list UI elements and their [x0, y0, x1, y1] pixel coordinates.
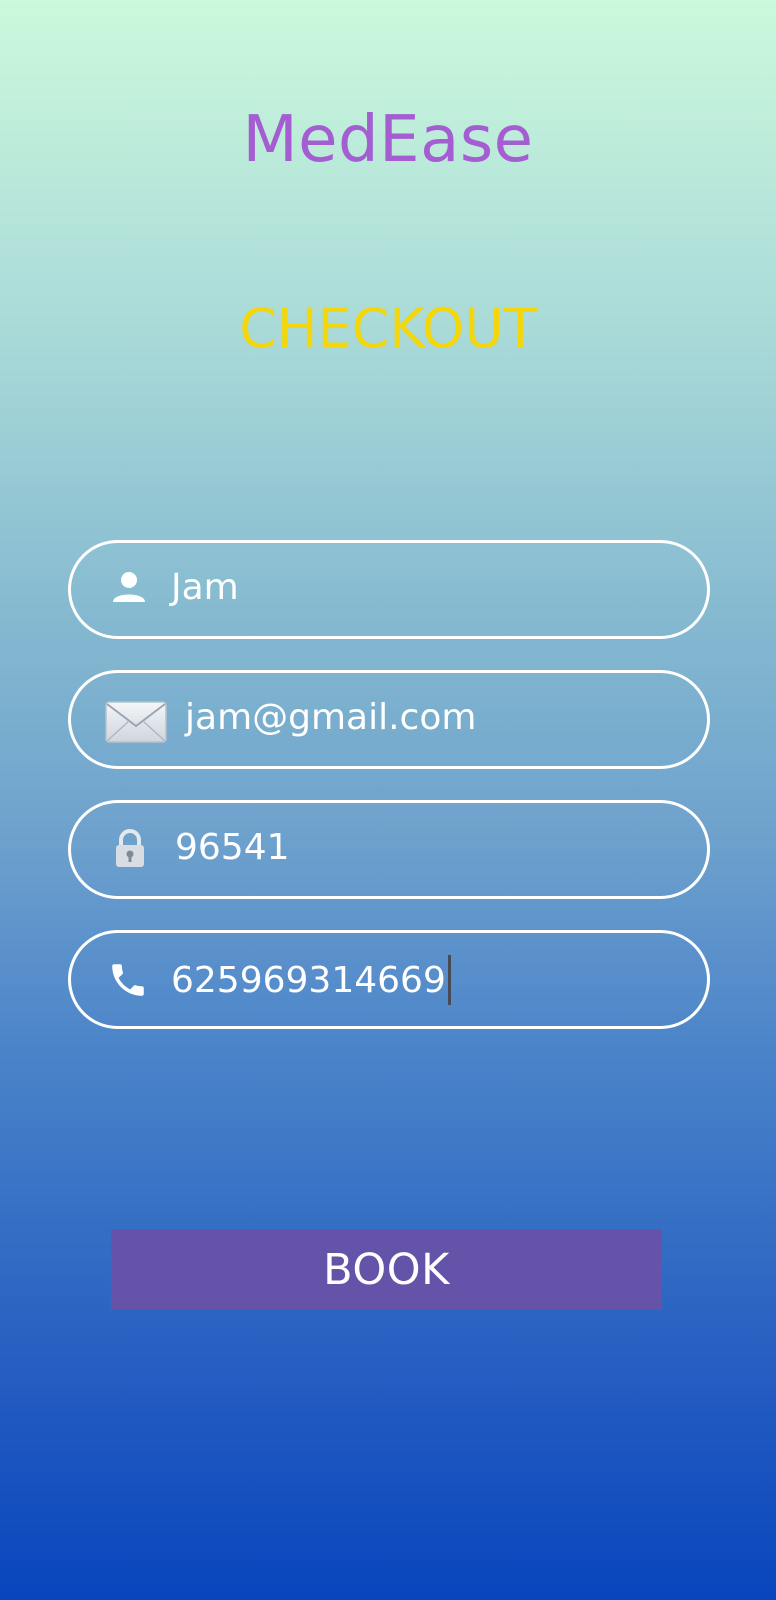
lock-icon	[113, 829, 147, 869]
envelope-icon	[105, 701, 167, 743]
password-field[interactable]: 96541	[68, 800, 710, 899]
phone-input-value: 625969314669	[171, 955, 451, 1007]
page-title: CHECKOUT	[239, 297, 537, 360]
phone-icon	[107, 959, 149, 1001]
email-input-value: jam@gmail.com	[185, 697, 477, 738]
person-icon	[111, 569, 147, 605]
name-input-value: Jam	[171, 567, 239, 608]
name-field[interactable]: Jam	[68, 540, 710, 639]
app-title: MedEase	[242, 103, 534, 177]
password-input-value: 96541	[175, 827, 290, 868]
text-cursor	[447, 955, 451, 1005]
email-field[interactable]: jam@gmail.com	[68, 670, 710, 769]
phone-field[interactable]: 625969314669	[68, 930, 710, 1029]
book-button[interactable]: BOOK	[111, 1229, 662, 1310]
